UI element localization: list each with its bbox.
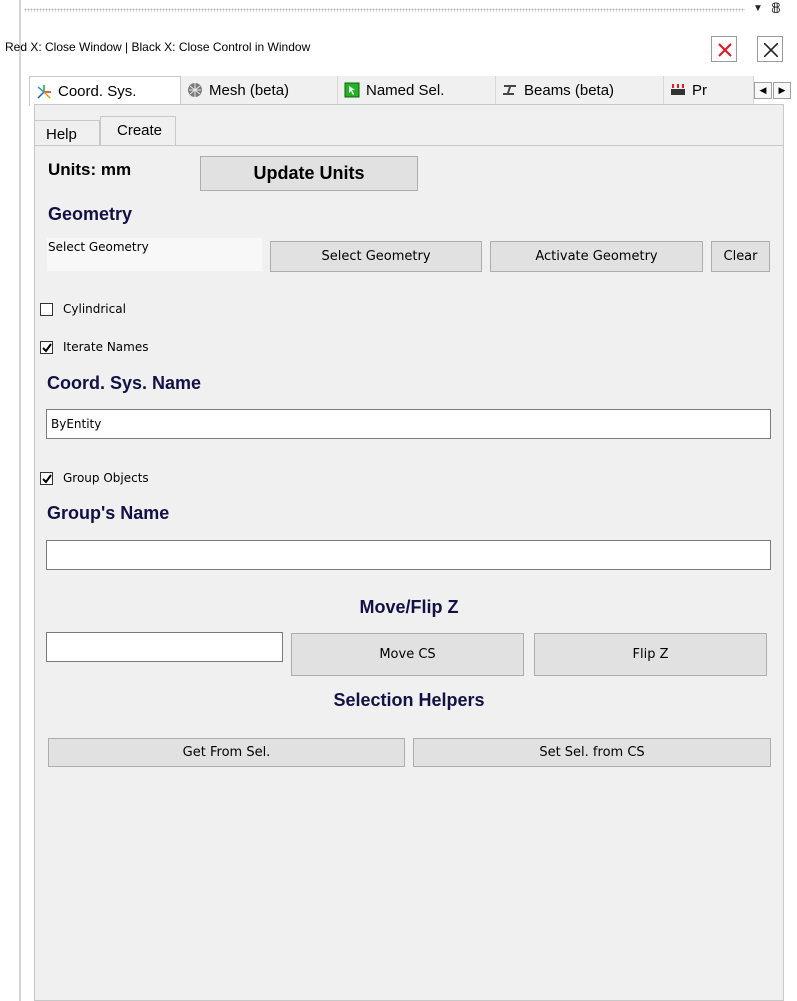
main-tab-strip: Coord. Sys. Mesh (beta) Named Sel. Beams… [22, 76, 797, 106]
panel-title-bar[interactable]: ▼ 𝟠 [22, 0, 797, 28]
subtab-label: Create [117, 122, 163, 139]
tab-label: Beams (beta) [524, 81, 615, 99]
tab-named-sel[interactable]: Named Sel. [338, 76, 496, 104]
iterate-names-checkbox[interactable]: Iterate Names [40, 340, 148, 354]
cylindrical-label: Cylindrical [63, 302, 126, 316]
property-icon [670, 82, 686, 98]
subtab-label: Help [46, 126, 77, 143]
geometry-heading: Geometry [48, 204, 133, 224]
update-units-button[interactable]: Update Units [200, 156, 418, 191]
content-divider [34, 145, 784, 146]
set-sel-from-cs-button[interactable]: Set Sel. from CS [413, 738, 771, 767]
close-window-button[interactable] [711, 36, 737, 62]
move-cs-button[interactable]: Move CS [291, 633, 524, 676]
tab-label: Pr [692, 81, 707, 99]
scroll-left-icon[interactable]: ◀ [754, 82, 772, 99]
tab-label: Named Sel. [366, 81, 445, 99]
tab-coord-sys[interactable]: Coord. Sys. [29, 76, 181, 106]
red-x-icon [718, 43, 732, 57]
tab-label: Mesh (beta) [209, 81, 290, 99]
tab-scroll-buttons: ◀ ▶ [754, 82, 792, 99]
group-name-input[interactable] [46, 540, 771, 570]
scroll-right-icon[interactable]: ▶ [773, 82, 791, 99]
coord-sys-name-heading: Coord. Sys. Name [47, 373, 202, 393]
named-selection-icon [344, 82, 360, 98]
checkbox-box[interactable] [40, 302, 53, 316]
tab-beams[interactable]: Beams (beta) [496, 76, 664, 104]
coordinate-axes-icon [36, 84, 52, 100]
checkmark-icon [42, 342, 52, 353]
subtab-create[interactable]: Create [100, 116, 176, 146]
group-objects-checkbox[interactable]: Group Objects [40, 471, 149, 485]
selection-helpers-heading: Selection Helpers [333, 690, 485, 710]
move-flip-heading: Move/Flip Z [359, 597, 459, 617]
checkbox-box[interactable] [40, 340, 53, 354]
pin-icon[interactable]: 𝟠 [771, 0, 781, 17]
checkmark-icon [42, 473, 52, 484]
select-geometry-button[interactable]: Select Geometry [270, 241, 482, 272]
geometry-selection-display: Select Geometry [47, 238, 262, 271]
clear-geometry-button[interactable]: Clear [711, 241, 770, 272]
mesh-icon [187, 82, 203, 98]
tab-pr[interactable]: Pr [664, 76, 754, 104]
drag-grip[interactable] [24, 8, 745, 12]
close-control-button[interactable] [757, 36, 783, 62]
get-from-sel-button[interactable]: Get From Sel. [48, 738, 405, 767]
cylindrical-checkbox[interactable]: Cylindrical [40, 302, 126, 316]
group-name-heading: Group's Name [47, 503, 170, 523]
tab-mesh[interactable]: Mesh (beta) [181, 76, 338, 104]
tab-label: Coord. Sys. [58, 83, 137, 100]
units-label: Units: mm [48, 160, 132, 179]
beam-icon [502, 82, 518, 98]
iterate-names-label: Iterate Names [63, 340, 149, 354]
close-instructions: Red X: Close Window | Black X: Close Con… [5, 40, 311, 54]
checkbox-box[interactable] [40, 471, 53, 485]
coord-sys-name-input[interactable]: ByEntity [46, 409, 771, 439]
black-x-icon [764, 43, 778, 57]
flip-z-button[interactable]: Flip Z [534, 633, 767, 676]
group-objects-label: Group Objects [63, 471, 149, 485]
dropdown-arrow-icon[interactable]: ▼ [753, 3, 763, 14]
move-distance-input[interactable] [46, 632, 283, 662]
activate-geometry-button[interactable]: Activate Geometry [490, 241, 703, 272]
window-left-border [19, 0, 21, 1001]
subtab-help[interactable]: Help [34, 120, 100, 146]
